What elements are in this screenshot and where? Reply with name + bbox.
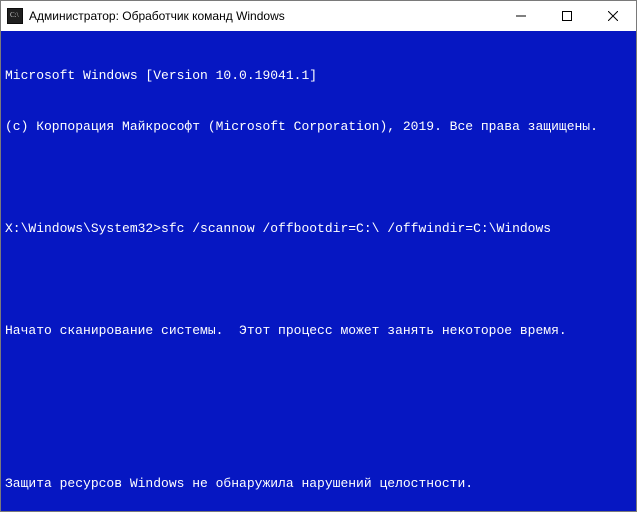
terminal-line (5, 271, 632, 288)
terminal-line: Защита ресурсов Windows не обнаружила на… (5, 475, 632, 492)
terminal-line (5, 373, 632, 390)
terminal-line: X:\Windows\System32>sfc /scannow /offboo… (5, 220, 632, 237)
maximize-button[interactable] (544, 1, 590, 31)
window-title: Администратор: Обработчик команд Windows (29, 9, 285, 23)
close-button[interactable] (590, 1, 636, 31)
titlebar[interactable]: C:\ Администратор: Обработчик команд Win… (1, 1, 636, 31)
terminal-line (5, 169, 632, 186)
svg-text:C:\: C:\ (10, 11, 19, 19)
terminal-line: (c) Корпорация Майкрософт (Microsoft Cor… (5, 118, 632, 135)
terminal-line: Microsoft Windows [Version 10.0.19041.1] (5, 67, 632, 84)
minimize-button[interactable] (498, 1, 544, 31)
terminal-line (5, 424, 632, 441)
cmd-icon: C:\ (7, 8, 23, 24)
terminal-line: Начато сканирование системы. Этот процес… (5, 322, 632, 339)
terminal-output[interactable]: Microsoft Windows [Version 10.0.19041.1]… (1, 31, 636, 511)
command-prompt-window: C:\ Администратор: Обработчик команд Win… (0, 0, 637, 512)
